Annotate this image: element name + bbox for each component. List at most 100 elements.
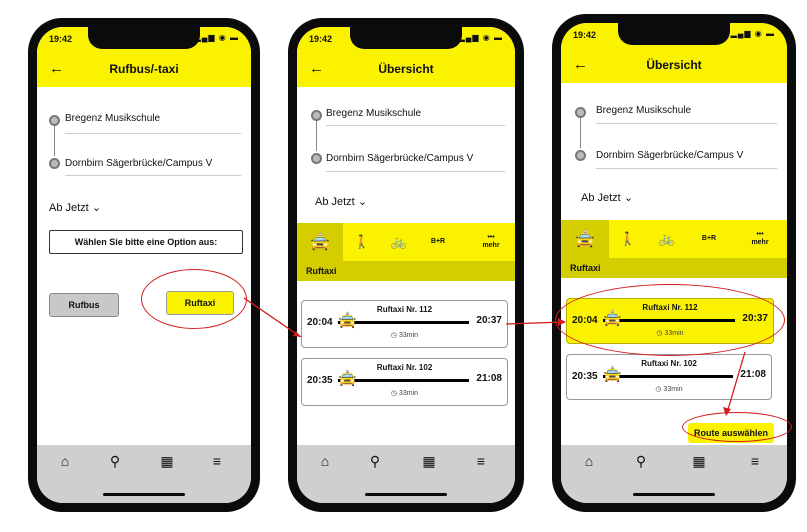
mode-tabs: 🚖 🚶 🚲 B+R ••• mehr bbox=[561, 220, 787, 258]
car-icon: 🚖 bbox=[603, 366, 622, 383]
tab-taxi[interactable]: 🚖 bbox=[561, 220, 609, 258]
taxi-icon: 🚖 bbox=[575, 231, 595, 248]
car-icon: 🚖 bbox=[338, 370, 357, 387]
route-line bbox=[338, 379, 469, 382]
divider bbox=[596, 123, 777, 124]
route-connector bbox=[580, 118, 581, 148]
chevron-down-icon: ⌄ bbox=[357, 196, 368, 208]
page-title: Rufbus/-taxi bbox=[109, 62, 179, 76]
tab-bike-ride[interactable]: B+R bbox=[419, 223, 457, 261]
tab-walk[interactable]: 🚶 bbox=[611, 220, 645, 258]
menu-icon[interactable]: ≡ bbox=[743, 453, 767, 469]
option-prompt-box: Wählen Sie bitte eine Option aus: bbox=[49, 230, 243, 254]
header: ← Übersicht bbox=[561, 49, 787, 83]
route-line bbox=[338, 321, 469, 324]
annotation-ellipse-route-button bbox=[682, 412, 792, 442]
route-line bbox=[603, 375, 733, 378]
annotation-ellipse-first-trip bbox=[555, 284, 785, 356]
home-icon[interactable]: ⌂ bbox=[577, 453, 601, 469]
divider bbox=[326, 125, 505, 126]
bottom-nav: ⌂ ⚲ ▦ ≡ bbox=[37, 445, 251, 503]
status-icons: ▂▄▆ ◉ ▬ bbox=[194, 33, 239, 42]
menu-icon[interactable]: ≡ bbox=[469, 453, 493, 469]
trip-departure: 20:35 bbox=[307, 375, 333, 386]
map-icon[interactable]: ⚲ bbox=[363, 453, 387, 470]
trip-title: Ruftaxi Nr. 102 bbox=[641, 359, 697, 368]
notch bbox=[618, 23, 730, 45]
departure-label: Ab Jetzt bbox=[315, 196, 355, 208]
taxi-icon: 🚖 bbox=[310, 234, 330, 251]
divider bbox=[326, 171, 505, 172]
tab-bike[interactable]: 🚲 bbox=[381, 223, 417, 261]
stop-a-marker-icon bbox=[311, 110, 322, 121]
home-indicator bbox=[103, 493, 185, 496]
stop-b-field[interactable]: Dornbirn Sägerbrücke/Campus V bbox=[326, 153, 473, 164]
header: ← Rufbus/-taxi bbox=[37, 53, 251, 87]
walk-icon: 🚶 bbox=[619, 231, 637, 246]
tab-walk[interactable]: 🚶 bbox=[345, 223, 379, 261]
tab-taxi[interactable]: 🚖 bbox=[297, 223, 343, 261]
section-header: Ruftaxi bbox=[297, 261, 515, 281]
rufbus-button[interactable]: Rufbus bbox=[49, 293, 119, 317]
home-indicator bbox=[633, 493, 715, 496]
trip-duration: ◷ 33min bbox=[390, 390, 419, 397]
stop-b-field[interactable]: Dornbirn Sägerbrücke/Campus V bbox=[596, 150, 743, 161]
map-icon[interactable]: ⚲ bbox=[629, 453, 653, 470]
stop-a-field[interactable]: Bregenz Musikschule bbox=[65, 113, 160, 124]
map-icon[interactable]: ⚲ bbox=[103, 453, 127, 470]
divider bbox=[65, 175, 241, 176]
trip-arrival: 20:37 bbox=[476, 315, 502, 326]
route-connector bbox=[316, 121, 317, 151]
bike-icon: 🚲 bbox=[658, 231, 676, 246]
page-title: Übersicht bbox=[646, 58, 702, 72]
more-icon: ••• bbox=[756, 231, 764, 238]
calendar-icon[interactable]: ▦ bbox=[687, 453, 711, 470]
divider bbox=[65, 133, 241, 134]
trip-title: Ruftaxi Nr. 112 bbox=[376, 305, 433, 314]
tab-bike-ride[interactable]: B+R bbox=[689, 220, 729, 258]
departure-dropdown[interactable]: Ab Jetzt ⌄ bbox=[315, 195, 367, 208]
annotation-ellipse-ruftaxi bbox=[141, 269, 247, 329]
bottom-nav: ⌂ ⚲ ▦ ≡ bbox=[297, 445, 515, 503]
calendar-icon[interactable]: ▦ bbox=[155, 453, 179, 470]
departure-dropdown[interactable]: Ab Jetzt ⌄ bbox=[581, 191, 633, 204]
tab-more[interactable]: ••• mehr bbox=[737, 220, 783, 258]
status-time: 19:42 bbox=[309, 34, 333, 44]
trip-card[interactable]: Ruftaxi Nr. 102 20:35 🚖 21:08 ◷ 33min bbox=[566, 354, 772, 400]
stop-b-marker-icon bbox=[49, 158, 60, 169]
home-icon[interactable]: ⌂ bbox=[313, 453, 337, 469]
stop-b-marker-icon bbox=[575, 150, 586, 161]
stop-a-field[interactable]: Bregenz Musikschule bbox=[326, 108, 421, 119]
home-icon[interactable]: ⌂ bbox=[53, 453, 77, 469]
tab-bike[interactable]: 🚲 bbox=[649, 220, 685, 258]
chevron-down-icon: ⌄ bbox=[91, 202, 102, 214]
trip-arrival: 21:08 bbox=[740, 369, 766, 380]
status-icons: ▂▄▆ ◉ ▬ bbox=[458, 33, 503, 42]
stop-a-field[interactable]: Bregenz Musikschule bbox=[596, 105, 691, 116]
page-title: Übersicht bbox=[378, 62, 434, 76]
departure-dropdown[interactable]: Ab Jetzt ⌄ bbox=[49, 201, 101, 214]
departure-label: Ab Jetzt bbox=[581, 192, 621, 204]
tab-more[interactable]: ••• mehr bbox=[469, 223, 513, 261]
calendar-icon[interactable]: ▦ bbox=[417, 453, 441, 470]
trip-departure: 20:35 bbox=[572, 371, 598, 382]
bike-icon: 🚲 bbox=[390, 234, 408, 249]
stop-a-marker-icon bbox=[49, 115, 60, 126]
mode-tabs: 🚖 🚶 🚲 B+R ••• mehr bbox=[297, 223, 515, 261]
trip-card[interactable]: Ruftaxi Nr. 102 20:35 🚖 21:08 ◷ 33min bbox=[301, 358, 508, 406]
route-connector bbox=[54, 126, 55, 156]
status-icons: ▂▄▆ ◉ ▬ bbox=[730, 29, 775, 38]
screen: 19:42 ▂▄▆ ◉ ▬ ← Übersicht Bregenz Musiks… bbox=[297, 27, 515, 503]
home-indicator bbox=[365, 493, 447, 496]
section-header: Ruftaxi bbox=[561, 258, 787, 278]
departure-label: Ab Jetzt bbox=[49, 202, 89, 214]
trip-card[interactable]: Ruftaxi Nr. 112 20:04 🚖 20:37 ◷ 33min bbox=[301, 300, 508, 348]
trip-title: Ruftaxi Nr. 102 bbox=[376, 363, 433, 372]
stop-b-field[interactable]: Dornbirn Sägerbrücke/Campus V bbox=[65, 158, 212, 169]
option-prompt-text: Wählen Sie bitte eine Option aus: bbox=[74, 237, 218, 247]
trip-duration: ◷ 33min bbox=[390, 332, 419, 339]
header: ← Übersicht bbox=[297, 53, 515, 87]
chevron-down-icon: ⌄ bbox=[623, 192, 634, 204]
walk-icon: 🚶 bbox=[353, 234, 371, 249]
menu-icon[interactable]: ≡ bbox=[205, 453, 229, 469]
